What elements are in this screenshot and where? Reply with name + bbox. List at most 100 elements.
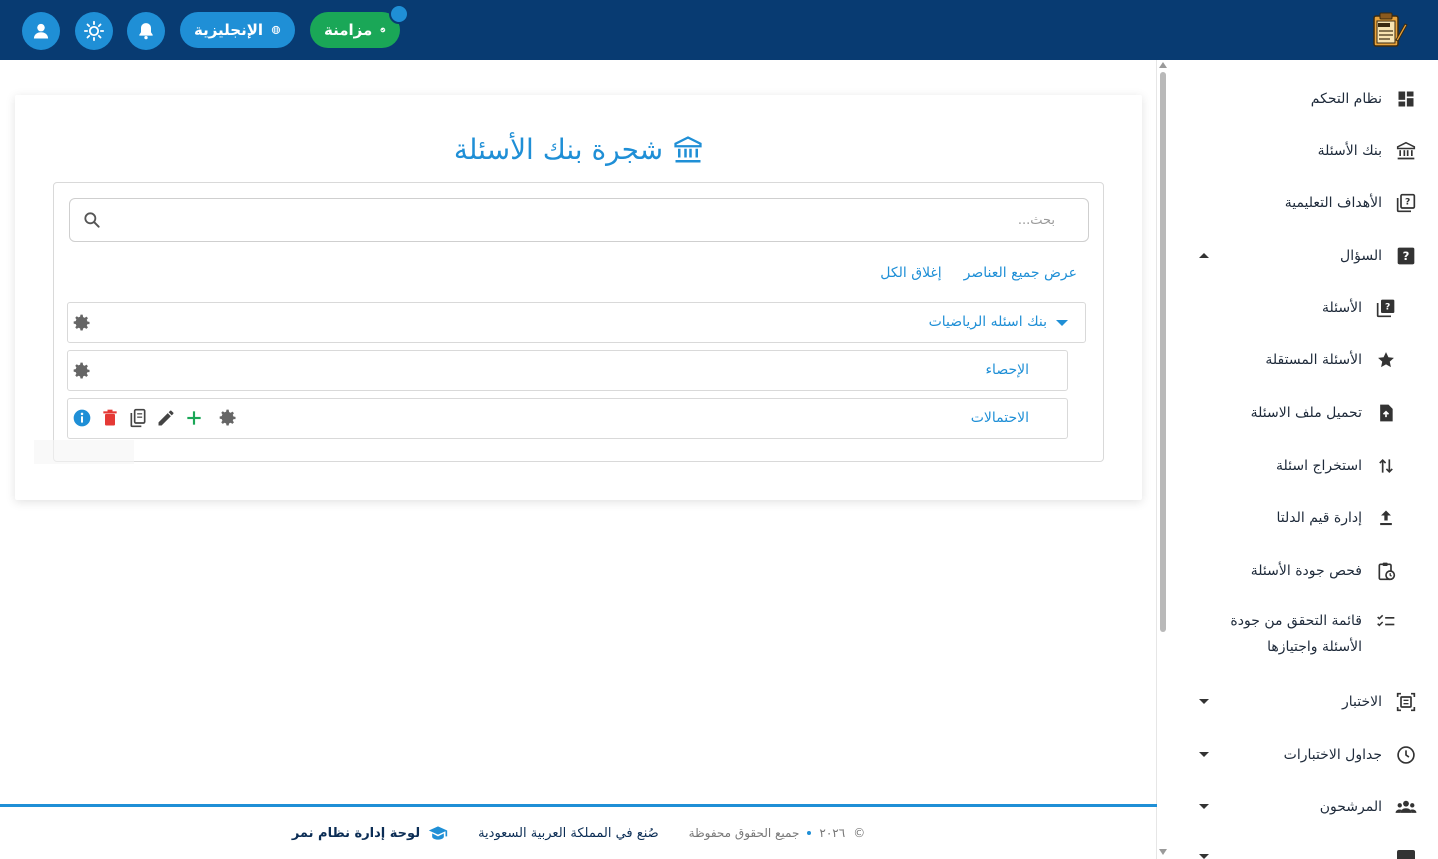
check-circle-icon bbox=[380, 27, 386, 33]
sidebar-item-label: الأسئلة bbox=[1322, 300, 1362, 316]
edit-icon[interactable] bbox=[156, 408, 176, 432]
scroll-up-arrow[interactable] bbox=[1159, 62, 1167, 68]
footer-copyright: © ٢٠٢٦ جميع الحقوق محفوظة bbox=[689, 826, 866, 840]
sidebar-item-independent-questions[interactable]: الأسئلة المستقلة bbox=[1265, 345, 1398, 375]
tree-search bbox=[69, 198, 1089, 242]
sidebar-item-exam[interactable]: الاختبار bbox=[1342, 687, 1418, 717]
bank-icon bbox=[1394, 139, 1418, 163]
sidebar-item-dashboard[interactable]: نظام التحكم bbox=[1311, 84, 1418, 114]
show-all-link[interactable]: عرض جميع العناصر bbox=[964, 265, 1077, 281]
graduation-cap-icon bbox=[428, 826, 448, 840]
clipboard-clock-icon bbox=[1374, 559, 1398, 583]
candidates-expand-caret[interactable] bbox=[1199, 804, 1209, 809]
footer-brand: لوحة إدارة نظام نمر bbox=[292, 824, 448, 842]
sidebar-item-extract-questions[interactable]: استخراج اسئلة bbox=[1276, 451, 1398, 481]
clock-icon bbox=[1394, 743, 1418, 767]
gear-icon[interactable] bbox=[218, 408, 238, 432]
sidebar-item-quality-check[interactable]: فحص جودة الأسئلة bbox=[1251, 556, 1398, 586]
copy-icon[interactable] bbox=[128, 408, 148, 432]
bank-icon bbox=[674, 135, 702, 162]
tree-container: عرض جميع العناصر إغلاق الكل بنك اسئله ال… bbox=[34, 182, 1104, 464]
search-input[interactable] bbox=[110, 199, 1055, 241]
sidebar-item-label: المرشحون bbox=[1319, 799, 1382, 815]
sidebar-item-label-line1: قائمة التحقق من جودة bbox=[1230, 613, 1362, 629]
page-title: شجرة بنك الأسئلة bbox=[15, 133, 1142, 166]
file-upload-icon bbox=[1374, 401, 1398, 425]
sidebar-item-label: السؤال bbox=[1340, 248, 1382, 264]
user-button[interactable] bbox=[22, 12, 60, 50]
sidebar-item-question[interactable]: ? السؤال bbox=[1340, 241, 1418, 271]
sync-button[interactable]: مزامنة bbox=[310, 12, 400, 48]
sidebar-item-label: الأهداف التعليمية bbox=[1284, 195, 1382, 211]
footer-made-in: صُنع في المملكة العربية السعودية bbox=[478, 825, 659, 841]
sidebar-item-label: الاختبار bbox=[1341, 694, 1382, 710]
tree-expand-caret[interactable] bbox=[1056, 320, 1068, 326]
sidebar-scrollbar[interactable] bbox=[1157, 60, 1169, 859]
footer-dot bbox=[807, 831, 812, 835]
tree-node-label: الإحصاء bbox=[985, 362, 1029, 378]
scroll-down-arrow[interactable] bbox=[1159, 849, 1167, 855]
sidebar-item-delta-values[interactable]: إدارة قيم الدلتا bbox=[1276, 503, 1398, 533]
tree-node-label: الاحتمالات bbox=[970, 410, 1029, 426]
upload-icon bbox=[1374, 506, 1398, 530]
sidebar: نظام التحكم بنك الأسئلة ? الأهداف التعلي… bbox=[1156, 60, 1438, 859]
tree-node-label: بنك اسئله الرياضيات bbox=[928, 314, 1047, 330]
globe-icon bbox=[271, 25, 281, 35]
add-icon[interactable] bbox=[184, 408, 204, 432]
copyright-year: ٢٠٢٦ bbox=[819, 826, 846, 840]
gear-icon[interactable] bbox=[72, 361, 92, 385]
sidebar-item-label: تحميل ملف الاسئلة bbox=[1250, 405, 1362, 421]
exam-expand-caret[interactable] bbox=[1199, 699, 1209, 704]
delete-icon[interactable] bbox=[100, 408, 120, 432]
tree-node-probability[interactable]: الاحتمالات bbox=[67, 398, 1068, 439]
exam-frame-icon bbox=[1394, 690, 1418, 714]
tree-node-statistics[interactable]: الإحصاء bbox=[67, 350, 1068, 391]
notifications-button[interactable] bbox=[127, 12, 165, 50]
question-icon: ? bbox=[1394, 244, 1418, 268]
exam-schedules-expand-caret[interactable] bbox=[1199, 752, 1209, 757]
sidebar-item-label: قائمة التحقق من جودة الأسئلة واجتيازها bbox=[1230, 608, 1362, 660]
theme-toggle-button[interactable] bbox=[75, 12, 113, 50]
sidebar-item-label: استخراج اسئلة bbox=[1276, 458, 1362, 474]
next-item-expand-caret[interactable] bbox=[1199, 854, 1209, 859]
dashboard-icon bbox=[1394, 87, 1418, 111]
svg-text:?: ? bbox=[1385, 302, 1390, 313]
sidebar-item-label: فحص جودة الأسئلة bbox=[1250, 563, 1362, 579]
sync-label: مزامنة bbox=[324, 21, 373, 39]
info-icon[interactable] bbox=[72, 408, 92, 432]
sidebar-item-quality-checklist[interactable]: قائمة التحقق من جودة الأسئلة واجتيازها bbox=[1230, 608, 1398, 666]
gear-icon[interactable] bbox=[72, 313, 92, 337]
language-label: الإنجليزية bbox=[194, 21, 264, 39]
user-icon bbox=[33, 23, 49, 39]
sidebar-item-candidates[interactable]: المرشحون bbox=[1320, 792, 1418, 822]
close-all-link[interactable]: إغلاق الكل bbox=[880, 265, 941, 281]
footer-brand-text: لوحة إدارة نظام نمر bbox=[291, 825, 421, 841]
bell-icon bbox=[139, 23, 153, 40]
sidebar-item-label: نظام التحكم bbox=[1310, 91, 1382, 107]
sidebar-item-label: الأسئلة المستقلة bbox=[1265, 352, 1362, 368]
sidebar-item-learning-objectives[interactable]: ? الأهداف التعليمية bbox=[1285, 188, 1418, 218]
question-collapse-caret[interactable] bbox=[1199, 253, 1209, 258]
tree-node-math-bank[interactable]: بنك اسئله الرياضيات bbox=[67, 302, 1086, 343]
page-title-text: شجرة بنك الأسئلة bbox=[453, 133, 664, 166]
sidebar-item-label: جداول الاختبارات bbox=[1283, 747, 1382, 763]
search-icon[interactable] bbox=[82, 210, 102, 234]
swap-vertical-icon bbox=[1374, 454, 1398, 478]
question-bank-tree-card: شجرة بنك الأسئلة عرض جميع العناصر إغلاق … bbox=[15, 95, 1142, 500]
sidebar-item-exam-schedules[interactable]: جداول الاختبارات bbox=[1284, 740, 1418, 770]
footer: لوحة إدارة نظام نمر صُنع في المملكة العر… bbox=[0, 807, 1157, 859]
sun-icon bbox=[83, 20, 105, 42]
star-icon bbox=[1374, 348, 1398, 372]
sidebar-item-question-bank[interactable]: بنك الأسئلة bbox=[1318, 136, 1418, 166]
tree-actions: عرض جميع العناصر إغلاق الكل bbox=[880, 265, 1077, 281]
sync-status-dot bbox=[389, 4, 409, 24]
people-icon bbox=[1394, 795, 1418, 819]
sidebar-item-upload-questions-file[interactable]: تحميل ملف الاسئلة bbox=[1251, 398, 1398, 428]
app-logo[interactable] bbox=[1368, 10, 1408, 50]
language-button[interactable]: الإنجليزية bbox=[180, 12, 295, 48]
node-actions bbox=[72, 408, 238, 432]
scrollbar-thumb[interactable] bbox=[1160, 72, 1166, 632]
top-bar: الإنجليزية مزامنة bbox=[0, 0, 1438, 60]
checklist-icon bbox=[1374, 610, 1398, 634]
sidebar-item-questions[interactable]: ? الأسئلة bbox=[1322, 293, 1398, 323]
